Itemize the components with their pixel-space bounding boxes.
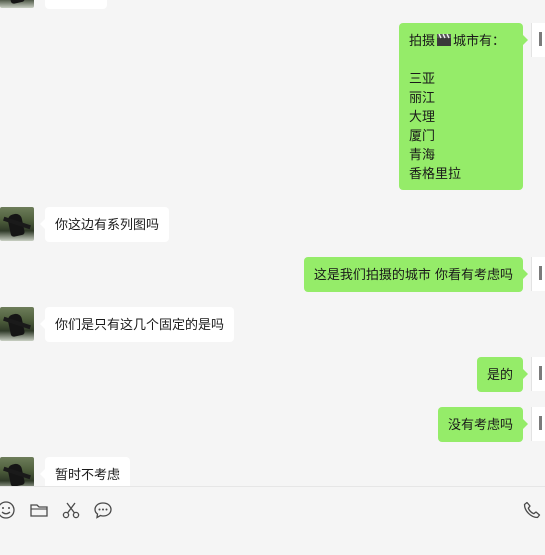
contact-avatar[interactable] [0, 207, 34, 241]
contact-avatar[interactable] [0, 0, 34, 8]
contact-avatar[interactable] [0, 457, 34, 486]
city-item: 青海 [409, 148, 436, 163]
city-item: 丽江 [409, 91, 436, 106]
emoji-icon[interactable] [0, 500, 16, 520]
message-outgoing[interactable]: 这是我们拍摄的城市 你看有考虑吗 [303, 257, 529, 292]
my-avatar[interactable] [531, 257, 545, 291]
city-intro-prefix: 拍摄 [409, 34, 436, 49]
city-item: 香格里拉 [409, 167, 462, 182]
message-incoming[interactable]: 你们是只有这几个固定的是吗 [39, 307, 235, 342]
my-avatar[interactable] [531, 407, 545, 441]
city-item: 三亚 [409, 72, 436, 87]
clapperboard-icon [437, 33, 452, 46]
message-outgoing-city-list[interactable]: 拍摄 城市有： 三亚 丽江 大理 厦门 青海 香格里拉 [399, 23, 528, 190]
phone-icon[interactable] [522, 500, 542, 520]
contact-avatar[interactable] [0, 307, 34, 341]
message-outgoing[interactable]: 是的 [476, 357, 529, 392]
message-outgoing[interactable]: 没有考虑吗 [437, 407, 529, 442]
city-item: 大理 [409, 110, 436, 125]
city-item: 厦门 [409, 129, 436, 144]
my-avatar[interactable] [531, 23, 545, 57]
chat-history-icon[interactable] [93, 500, 113, 520]
message-incoming[interactable]: 你这边有系列图吗 [39, 207, 170, 242]
message-incoming[interactable]: 暂时不考虑 [39, 457, 131, 486]
city-intro-suffix: 城市有： [453, 34, 506, 49]
chat-area[interactable]: 拍摄 城市有： 三亚 丽江 大理 厦门 青海 香格里拉 你这边有系列图吗 这是我… [0, 0, 545, 486]
message-incoming-partial[interactable] [45, 0, 107, 9]
input-toolbar [0, 486, 545, 555]
folder-icon[interactable] [29, 500, 49, 520]
scissors-icon[interactable] [61, 500, 81, 520]
my-avatar[interactable] [531, 357, 545, 391]
